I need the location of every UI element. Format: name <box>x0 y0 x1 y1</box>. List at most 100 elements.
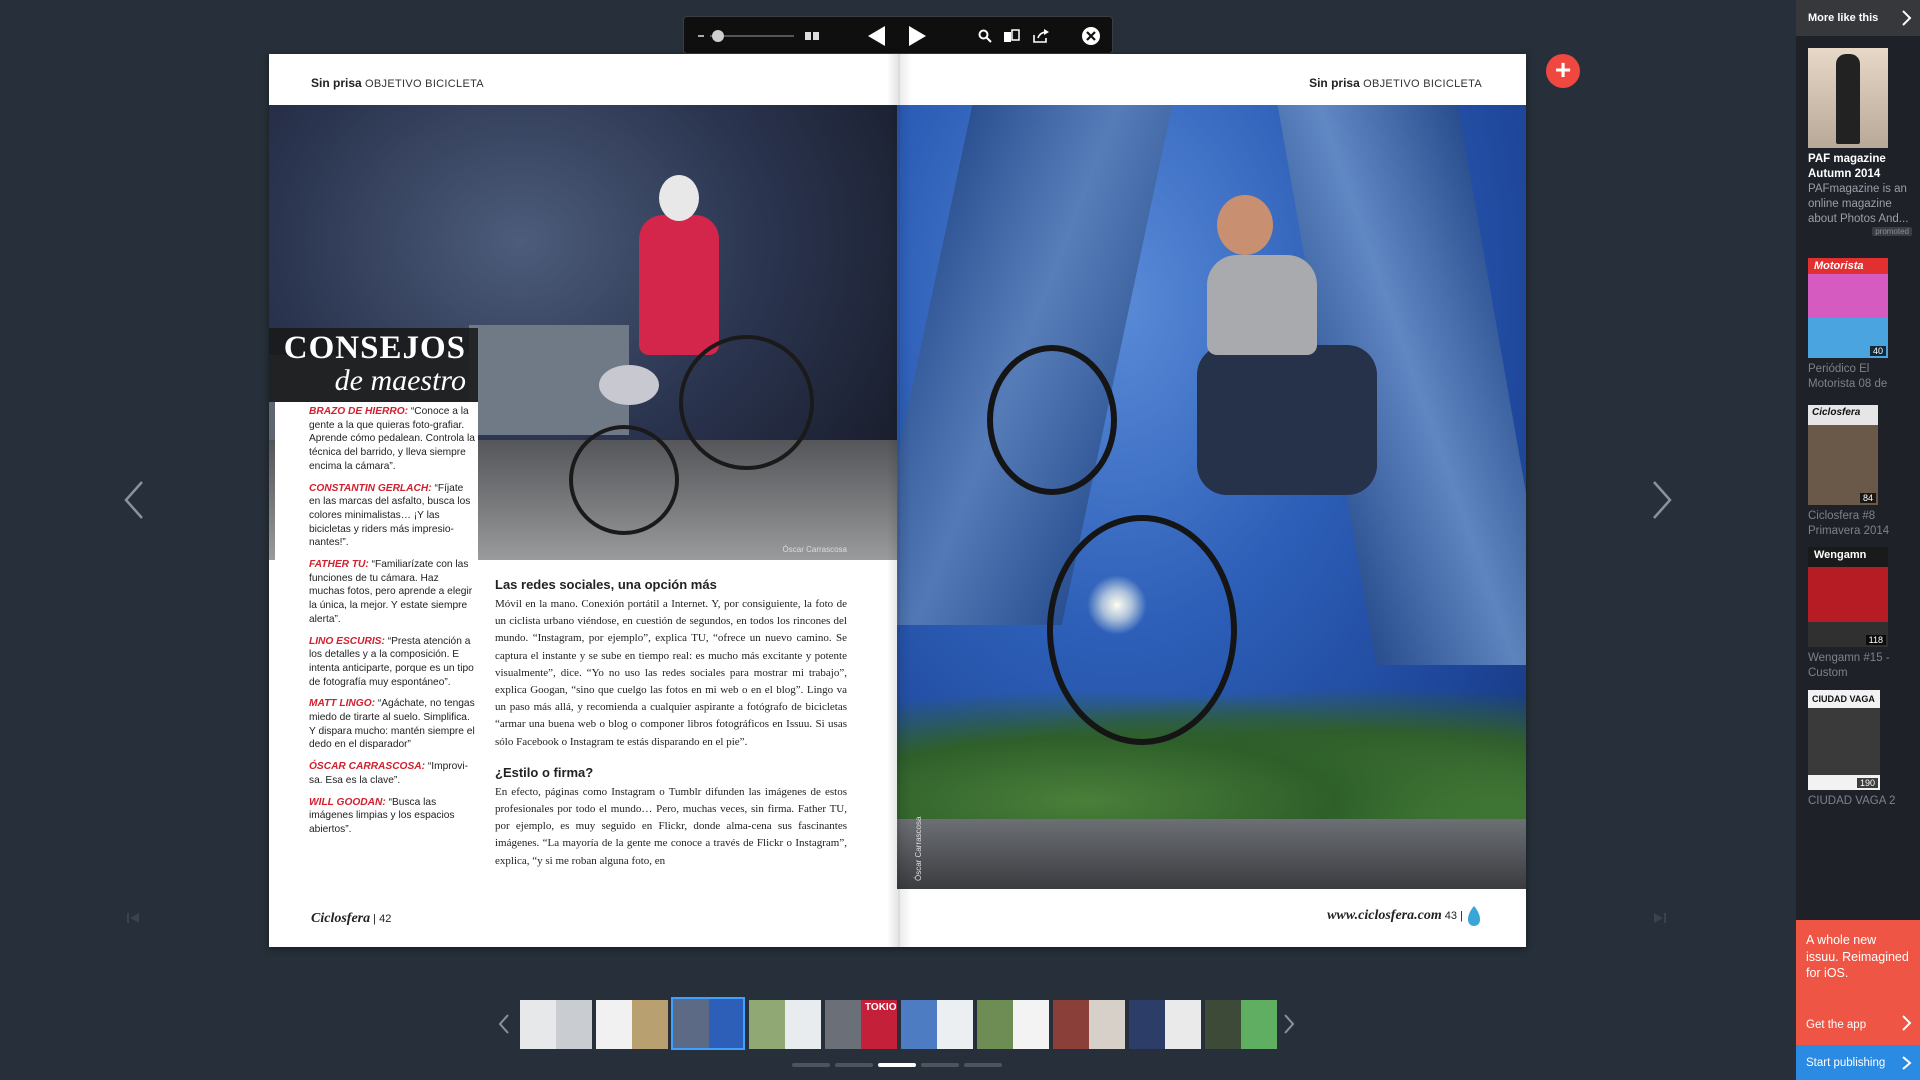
right-page[interactable]: Sin prisa OBJETIVO BICICLETA Óscar Carra… <box>897 54 1526 947</box>
tip-author: LINO ESCURIS: <box>309 635 385 647</box>
tip-item: CONSTANTIN GERLACH: “Fíjate en las marca… <box>309 482 477 551</box>
next-page-button[interactable] <box>902 17 932 55</box>
spread-view-button[interactable] <box>798 17 826 55</box>
recommendation-title: CIUDAD VAGA 2 <box>1808 795 1896 807</box>
left-page[interactable]: Sin prisa OBJETIVO BICICLETA Óscar Carra… <box>269 54 897 947</box>
section-subtitle: OBJETIVO BICICLETA <box>365 78 484 90</box>
brand-logo: Ciclosfera <box>311 911 371 926</box>
thumbnail-page[interactable]: TOKIO <box>825 1000 897 1049</box>
page-count: 84 <box>1859 493 1876 503</box>
next-triangle-icon <box>909 26 926 46</box>
cover-masthead: CIUDAD VAGA <box>1812 694 1875 704</box>
tip-author: BRAZO DE HIERRO: <box>309 406 409 417</box>
thumbnails-prev-button[interactable] <box>497 1012 511 1041</box>
chevron-right-icon <box>1902 10 1912 26</box>
pagination-dot[interactable] <box>921 1063 959 1067</box>
tip-item: ÓSCAR CARRASCOSA: “Improvi-sa. Esa es la… <box>309 760 477 787</box>
thumbnail-page[interactable] <box>901 1000 973 1049</box>
get-app-link[interactable]: Get the app <box>1806 1019 1866 1031</box>
zoom-track[interactable] <box>710 30 794 42</box>
cover-masthead: Ciclosfera <box>1812 407 1861 418</box>
thumbnail-page[interactable] <box>1205 1000 1277 1049</box>
start-publishing-label: Start publishing <box>1806 1056 1886 1069</box>
add-to-stack-button[interactable]: + <box>1546 54 1580 88</box>
thumbnail-page[interactable] <box>596 1000 668 1049</box>
page-count: 118 <box>1865 635 1886 645</box>
next-spread-button[interactable] <box>1648 470 1676 530</box>
recommendation-title: PAF magazine Autumn 2014 <box>1808 153 1886 180</box>
section-name: Sin prisa <box>311 76 362 90</box>
bike-rear-wheel <box>569 425 679 535</box>
share-icon <box>1033 29 1049 43</box>
search-button[interactable] <box>974 17 996 55</box>
search-icon <box>978 29 992 43</box>
page-count: 190 <box>1856 778 1878 788</box>
website-url: www.ciclosfera.com <box>1327 907 1442 923</box>
brand-drop-icon <box>1468 906 1480 926</box>
pagination-dot[interactable] <box>964 1063 1002 1067</box>
cover-masthead: Wengamn <box>1814 549 1867 561</box>
thumbnail-page[interactable] <box>749 1000 821 1049</box>
thumbnail-page[interactable] <box>1053 1000 1125 1049</box>
tip-item: MATT LINGO: “Agáchate, no tengas miedo d… <box>309 697 477 752</box>
magazine-spread[interactable]: Sin prisa OBJETIVO BICICLETA Óscar Carra… <box>269 54 1526 947</box>
pagination-dot[interactable] <box>792 1063 830 1067</box>
tip-author: MATT LINGO: <box>309 698 376 710</box>
share-button[interactable] <box>1029 17 1053 55</box>
first-page-button[interactable] <box>125 910 145 930</box>
thumbnails-next-button[interactable] <box>1282 1012 1296 1041</box>
red-bull-sign <box>599 365 659 405</box>
photo-credit: Óscar Carrascosa <box>914 816 923 881</box>
thumbnail-page[interactable] <box>1129 1000 1201 1049</box>
previous-spread-button[interactable] <box>120 470 148 530</box>
start-publishing-button[interactable]: Start publishing <box>1796 1045 1920 1080</box>
recommendation-item[interactable]: Wengamn 118 Wengamn #15 - Custom <box>1808 547 1918 681</box>
consejos-title-box: CONSEJOS de maestro <box>269 328 478 402</box>
zoom-knob[interactable] <box>712 30 724 42</box>
section-subtitle: OBJETIVO BICICLETA <box>1363 78 1482 90</box>
chevron-right-icon <box>1653 481 1672 519</box>
recommendation-title: Wengamn #15 - Custom <box>1808 652 1890 679</box>
pagination-dot-active[interactable] <box>878 1063 916 1067</box>
pagination-dot[interactable] <box>835 1063 873 1067</box>
page-number: 43 | <box>1444 909 1463 922</box>
magazine-cover: Wengamn 118 <box>1808 547 1888 647</box>
thumbnail-page[interactable] <box>977 1000 1049 1049</box>
tip-item: LINO ESCURIS: “Presta atención a los det… <box>309 635 477 690</box>
zoom-slider[interactable] <box>698 17 794 55</box>
rider-cap <box>659 175 699 221</box>
tip-author: ÓSCAR CARRASCOSA: <box>309 761 426 773</box>
more-like-this-header[interactable]: More like this <box>1796 0 1920 36</box>
zoom-out-icon <box>698 35 704 37</box>
photo-trees <box>897 689 1526 829</box>
article-heading: ¿Estilo o firma? <box>495 764 594 780</box>
recommendation-item[interactable]: Motorista 40 Periódico El Motorista 08 d… <box>1808 258 1918 392</box>
recommendation-title: Periódico El Motorista 08 de <box>1808 363 1888 390</box>
last-page-button[interactable] <box>1652 910 1672 930</box>
recommendation-item[interactable]: PAF magazine Autumn 2014 PAFmagazine is … <box>1808 48 1918 236</box>
consejos-subtitle: de maestro <box>334 364 466 397</box>
photo-ground <box>897 819 1526 889</box>
recommendation-item[interactable]: Ciclosfera 84 Ciclosfera #8 Primavera 20… <box>1808 405 1918 539</box>
recommendation-item[interactable]: CIUDAD VAGA 190 CIUDAD VAGA 2 <box>1808 690 1918 809</box>
right-page-footer: www.ciclosfera.com 43 | <box>1327 905 1482 927</box>
article-paragraph: En efecto, páginas como Instagram o Tumb… <box>495 785 847 867</box>
previous-page-button[interactable] <box>862 17 892 55</box>
close-viewer-button[interactable] <box>1077 17 1105 55</box>
rider-jeans <box>1197 345 1377 495</box>
section-name: Sin prisa <box>1309 76 1360 90</box>
tip-author: CONSTANTIN GERLACH: <box>309 482 432 494</box>
thumbnail-page-current[interactable] <box>671 997 745 1050</box>
left-page-header: Sin prisa OBJETIVO BICICLETA <box>311 76 484 90</box>
tip-author: WILL GOODAN: <box>309 796 386 808</box>
spread-view-icon <box>805 32 819 40</box>
skip-to-end-icon <box>1654 913 1666 923</box>
bike-rear-wheel <box>1047 515 1237 745</box>
thumbnails-button[interactable] <box>999 17 1025 55</box>
ios-app-promo[interactable]: A whole new issuu. Reimagined for iOS. G… <box>1796 920 1920 1045</box>
photo-credit: Óscar Carrascosa <box>782 545 847 554</box>
thumbnails-icon <box>1004 29 1020 42</box>
chevron-right-icon <box>1902 1056 1912 1070</box>
thumbnail-page[interactable] <box>520 1000 592 1049</box>
promo-text: A whole new issuu. Reimagined for iOS. <box>1806 933 1909 980</box>
